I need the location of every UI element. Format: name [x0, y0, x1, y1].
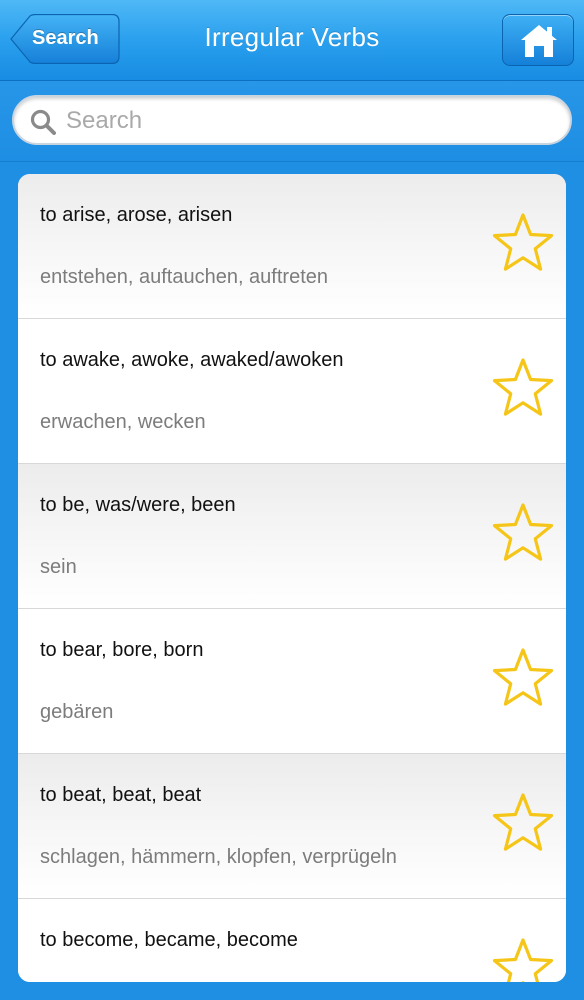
verb-forms: to bear, bore, born — [40, 639, 204, 661]
list-item[interactable]: to arise, arose, arisen entstehen, aufta… — [18, 174, 566, 319]
star-icon[interactable] — [490, 501, 556, 565]
navigation-bar: Search Irregular Verbs — [0, 0, 584, 81]
verb-forms: to beat, beat, beat — [40, 784, 202, 806]
star-icon[interactable] — [490, 356, 556, 420]
list-item[interactable]: to be, was/were, been sein — [18, 464, 566, 609]
search-icon — [30, 109, 56, 135]
verb-translation: erwachen, wecken — [40, 411, 206, 433]
star-icon[interactable] — [490, 646, 556, 710]
page-title: Irregular Verbs — [204, 22, 380, 52]
star-icon[interactable] — [490, 791, 556, 855]
star-icon[interactable] — [490, 211, 556, 275]
list-item[interactable]: to beat, beat, beat schlagen, hämmern, k… — [18, 754, 566, 899]
list-item[interactable]: to awake, awoke, awaked/awoken erwachen,… — [18, 319, 566, 464]
search-bar — [0, 81, 584, 162]
verb-translation: schlagen, hämmern, klopfen, verprügeln — [40, 846, 397, 868]
search-field[interactable] — [12, 95, 572, 145]
verb-forms: to become, became, become — [40, 929, 298, 951]
verb-forms: to arise, arose, arisen — [40, 204, 233, 226]
home-icon — [521, 25, 557, 57]
verb-list: to arise, arose, arisen entstehen, aufta… — [18, 174, 566, 982]
list-item[interactable]: to become, became, become — [18, 899, 566, 982]
search-input[interactable] — [64, 106, 558, 136]
verb-forms: to be, was/were, been — [40, 494, 236, 516]
list-item[interactable]: to bear, bore, born gebären — [18, 609, 566, 754]
star-icon[interactable] — [490, 936, 556, 982]
verb-forms: to awake, awoke, awaked/awoken — [40, 349, 344, 371]
home-button[interactable] — [502, 14, 574, 66]
verb-translation: sein — [40, 556, 77, 578]
verb-translation: entstehen, auftauchen, auftreten — [40, 266, 328, 288]
verb-translation: gebären — [40, 701, 114, 723]
